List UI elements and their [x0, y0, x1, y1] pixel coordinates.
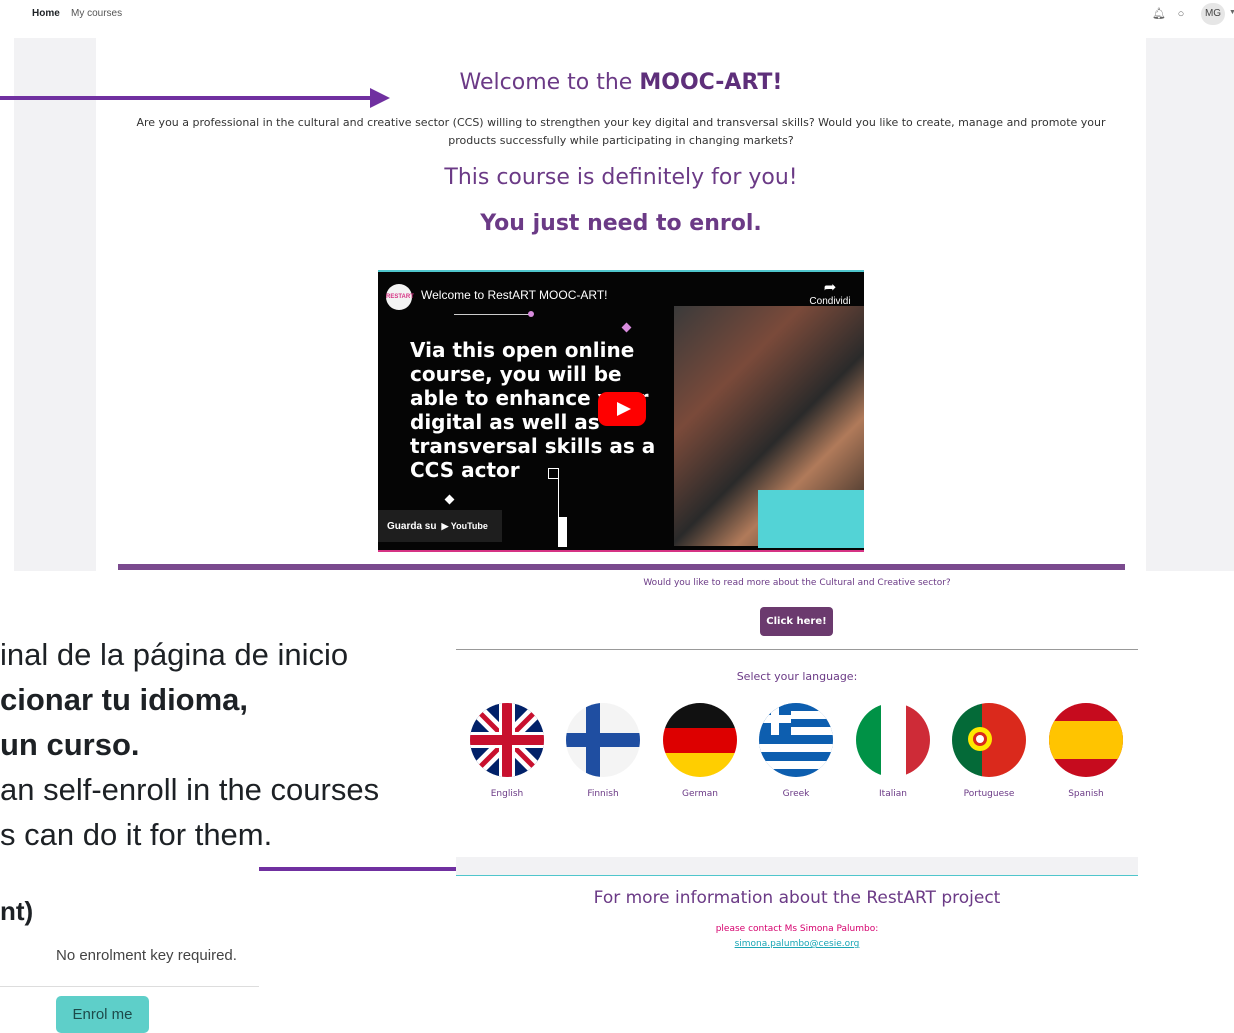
share-arrow-icon: ➦	[823, 279, 837, 296]
language-label-english[interactable]: English	[462, 789, 552, 799]
contact-text: please contact Ms Simona Palumbo:	[715, 924, 879, 934]
nav-my-courses-link[interactable]: My courses	[71, 8, 122, 19]
user-avatar[interactable]: MG	[1201, 3, 1225, 25]
language-label-finnish[interactable]: Finnish	[558, 789, 648, 799]
decorative-bar	[558, 517, 567, 547]
channel-logo[interactable]: RESTART	[386, 284, 414, 310]
language-label-german[interactable]: German	[655, 789, 745, 799]
enrolment-heading: nt)	[0, 896, 34, 926]
top-navbar	[0, 0, 1234, 30]
language-label-portuguese[interactable]: Portuguese	[944, 789, 1034, 799]
slide-line: s can do it for them.	[0, 817, 273, 852]
decorative-diamond	[444, 494, 455, 505]
select-language-heading: Select your language:	[736, 670, 858, 683]
chevron-down-icon[interactable]: ▼	[1229, 9, 1234, 16]
enrol-me-button[interactable]: Enrol me	[56, 996, 149, 1033]
teal-divider	[456, 875, 1138, 876]
panel-divider	[0, 986, 259, 987]
language-label-spanish[interactable]: Spanish	[1041, 789, 1131, 799]
flag-finnish-icon[interactable]	[566, 703, 640, 777]
intro-paragraph: Are you a professional in the cultural a…	[136, 116, 1106, 147]
slide-line-bold: cionar tu idioma,	[0, 682, 249, 717]
section-divider	[456, 649, 1138, 650]
slide-line: inal de la página de inicio	[0, 637, 349, 672]
youtube-video-embed[interactable]: RESTART Welcome to RestART MOOC-ART! ➦ Co…	[378, 270, 864, 552]
flag-english-icon[interactable]	[470, 703, 544, 777]
decorative-teal-block	[758, 490, 864, 548]
decorative-dot	[528, 311, 534, 317]
flag-german-icon[interactable]	[663, 703, 737, 777]
slide-annotation-text: inal de la página de inicio cionar tu id…	[0, 632, 440, 857]
play-icon[interactable]	[598, 392, 646, 426]
youtube-icon: ▶ YouTube	[441, 521, 488, 531]
language-label-greek[interactable]: Greek	[751, 789, 841, 799]
enrol-prompt-text: You just need to enrol.	[480, 211, 762, 236]
flag-italian-icon[interactable]	[856, 703, 930, 777]
video-title[interactable]: Welcome to RestART MOOC-ART!	[421, 288, 608, 302]
annotation-connector-line	[259, 867, 456, 871]
purple-divider	[118, 564, 1125, 570]
annotation-arrow-line	[0, 96, 372, 100]
more-info-heading: For more information about the RestART p…	[593, 888, 1001, 908]
slide-line-bold: un curso.	[0, 727, 140, 762]
chat-bubble-icon[interactable]: ○	[1174, 7, 1188, 21]
flag-portuguese-icon[interactable]	[952, 703, 1026, 777]
decorative-diamond	[621, 322, 632, 333]
no-key-text: No enrolment key required.	[56, 947, 237, 964]
welcome-heading: Welcome to the MOOC-ART!	[459, 70, 783, 95]
share-button[interactable]: ➦ Condividi	[802, 279, 858, 308]
decorative-line	[558, 477, 559, 517]
flag-spanish-icon[interactable]	[1049, 703, 1123, 777]
contact-email-link[interactable]: simona.palumbo@cesie.org	[456, 939, 1138, 949]
grey-strip	[456, 857, 1138, 875]
nav-home-link[interactable]: Home	[32, 8, 60, 19]
decorative-line	[454, 314, 532, 315]
read-more-text: Would you like to read more about the Cu…	[643, 578, 951, 588]
watch-on-youtube-button[interactable]: Guarda su ▶ YouTube	[378, 510, 502, 542]
click-here-button[interactable]: Click here!	[760, 607, 833, 636]
course-for-you-text: This course is definitely for you!	[444, 165, 798, 190]
annotation-arrow-head	[370, 88, 390, 108]
slide-line: an self-enroll in the courses	[0, 772, 380, 807]
bell-icon[interactable]: 🔔︎	[1152, 7, 1166, 21]
language-label-italian[interactable]: Italian	[848, 789, 938, 799]
flag-greek-icon[interactable]	[759, 703, 833, 777]
